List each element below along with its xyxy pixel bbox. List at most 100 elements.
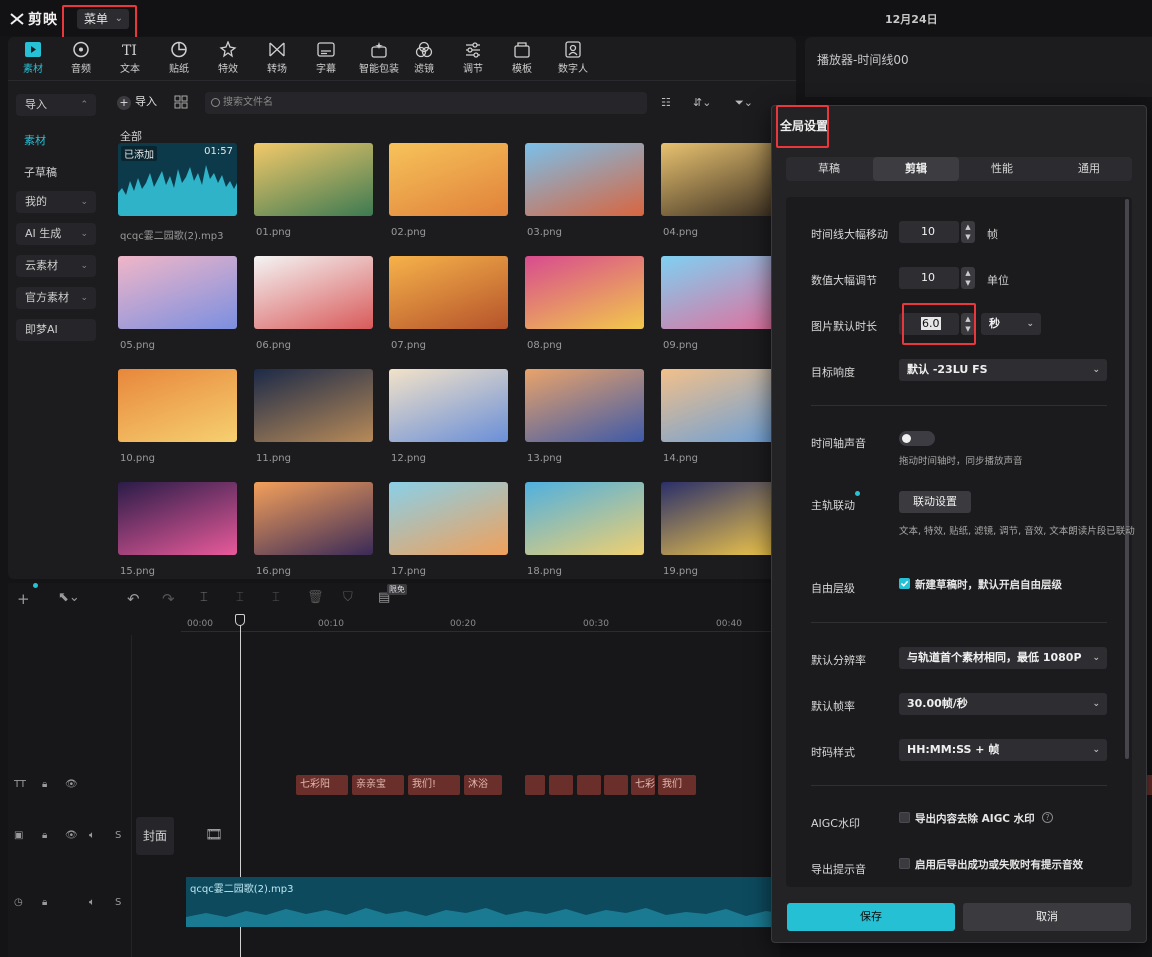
timeline-step-input[interactable]: 10 [899,221,959,243]
split-icon[interactable]: ⌶ [200,590,208,605]
tool-sticker[interactable]: 贴纸 [158,41,200,75]
main-menu-button[interactable]: 菜单 ⌄ [77,9,129,29]
free-layer-checkbox-label[interactable]: 新建草稿时，默认开启自由层级 [915,577,1062,592]
sidebar-item-ai-gen[interactable]: AI 生成 ⌄ [16,223,96,245]
media-thumb[interactable] [118,369,237,442]
text-clip[interactable]: 我们 [658,775,696,795]
help-icon[interactable]: ? [1042,812,1053,823]
tool-audio[interactable]: 音频 [60,41,102,75]
text-clip[interactable]: 沐浴 [464,775,502,795]
split-right-icon[interactable]: ⌶ [272,590,280,605]
speaker-icon[interactable]: 🔈︎ [89,830,95,841]
tool-digital-human[interactable]: 数字人 [550,41,596,75]
tool-media[interactable]: 素材 [12,41,54,75]
tool-smart-pack[interactable]: 智能包装 [354,41,404,75]
media-thumb[interactable] [254,256,373,329]
cover-button[interactable]: 封面 [136,817,174,855]
text-clip[interactable] [525,775,545,795]
text-clip[interactable]: 七彩天 [631,775,655,795]
solo-label[interactable]: S [115,897,121,908]
media-thumb[interactable] [118,256,237,329]
text-clip[interactable]: 我们! [408,775,460,795]
redo-icon[interactable]: ↷ [162,590,175,608]
save-button[interactable]: 保存 [787,903,955,931]
sidebar-item-subdraft[interactable]: 子草稿 [24,164,57,180]
split-left-icon[interactable]: ⌶ [236,590,244,605]
sidebar-item-jimeng[interactable]: 即梦AI [16,319,96,341]
aigc-checkbox[interactable] [899,812,910,823]
filter-funnel-icon[interactable]: ⏷⌄ [735,96,753,110]
media-thumb[interactable] [389,482,508,555]
value-step-stepper[interactable]: ▲ ▼ [961,267,975,289]
settings-scrollbar[interactable] [1125,199,1129,759]
image-duration-unit-select[interactable]: 秒 ⌄ [981,313,1041,335]
media-thumb[interactable] [525,256,644,329]
search-input[interactable]: 搜索文件名 [205,92,647,114]
eye-icon[interactable]: 👁︎ [65,830,78,841]
text-clip[interactable] [549,775,573,795]
qr-grid-icon[interactable] [174,95,188,109]
media-thumb[interactable] [389,143,508,216]
tab-draft[interactable]: 草稿 [786,157,872,181]
tool-template[interactable]: 模板 [501,41,543,75]
sort-icon[interactable]: ⇵⌄ [693,96,711,109]
playhead-handle[interactable] [235,614,245,626]
lock-icon[interactable]: 🔒︎ [42,830,47,841]
sidebar-item-official[interactable]: 官方素材 ⌄ [16,287,96,309]
undo-icon[interactable]: ↶ [127,590,140,608]
link-settings-button[interactable]: 联动设置 [899,491,971,513]
tool-transition[interactable]: 转场 [256,41,298,75]
sidebar-item-media[interactable]: 素材 [24,132,46,148]
image-duration-stepper[interactable]: ▲ ▼ [961,313,975,335]
media-thumb[interactable] [389,256,508,329]
text-clip[interactable] [577,775,601,795]
media-thumb[interactable] [525,143,644,216]
select-cursor-icon[interactable]: ⬉⌄ [58,590,80,605]
text-clip[interactable]: 亲亲宝 [352,775,404,795]
media-thumb[interactable] [254,369,373,442]
text-clip[interactable]: 七彩阳 [296,775,348,795]
view-mode-icon[interactable]: ☷ [661,96,671,109]
speaker-icon[interactable]: 🔈︎ [89,897,95,908]
timecode-select[interactable]: HH:MM:SS + 帧 ⌄ [899,739,1107,761]
tab-edit[interactable]: 剪辑 [873,157,959,181]
solo-label[interactable]: S [115,830,121,841]
sidebar-item-cloud[interactable]: 云素材 ⌄ [16,255,96,277]
media-thumb[interactable] [525,369,644,442]
import-button[interactable]: + 导入 [117,92,167,112]
shield-icon[interactable]: ⛉ [343,590,353,605]
resolution-select[interactable]: 与轨道首个素材相同，最低 1080P ⌄ [899,647,1107,669]
lock-icon[interactable]: 🔒︎ [42,779,47,790]
tab-general[interactable]: 通用 [1046,157,1132,181]
frame-rate-select[interactable]: 30.00帧/秒 ⌄ [899,693,1107,715]
target-loudness-select[interactable]: 默认 -23LU FS ⌄ [899,359,1107,381]
eye-icon[interactable]: 👁︎ [65,779,78,790]
media-thumb[interactable] [661,482,780,555]
media-thumb[interactable] [389,369,508,442]
timeline-audio-toggle[interactable] [899,431,935,446]
tool-filter[interactable]: 滤镜 [403,41,445,75]
media-thumb[interactable] [118,482,237,555]
tool-effects[interactable]: 特效 [207,41,249,75]
image-duration-input[interactable]: 6.0 [899,313,959,335]
export-sound-checkbox-label[interactable]: 启用后导出成功或失败时有提示音效 [915,857,1083,872]
media-thumb[interactable] [254,482,373,555]
tool-text[interactable]: TI 文本 [109,41,151,75]
media-thumb[interactable] [254,143,373,216]
sidebar-item-mine[interactable]: 我的 ⌄ [16,191,96,213]
tool-adjust[interactable]: 调节 [452,41,494,75]
media-thumb[interactable] [661,369,780,442]
free-layer-checkbox[interactable] [899,578,910,589]
tool-subtitle[interactable]: 字幕 [305,41,347,75]
media-thumb[interactable] [661,143,780,216]
aigc-checkbox-label[interactable]: 导出内容去除 AIGC 水印 [915,811,1035,826]
export-sound-checkbox[interactable] [899,858,910,869]
delete-icon[interactable]: 🗑 [307,590,324,605]
media-thumb[interactable] [525,482,644,555]
text-clip[interactable] [604,775,628,795]
tab-performance[interactable]: 性能 [959,157,1045,181]
media-thumb[interactable] [661,256,780,329]
sidebar-item-import[interactable]: 导入 ⌃ [16,94,96,116]
cancel-button[interactable]: 取消 [963,903,1131,931]
value-step-input[interactable]: 10 [899,267,959,289]
